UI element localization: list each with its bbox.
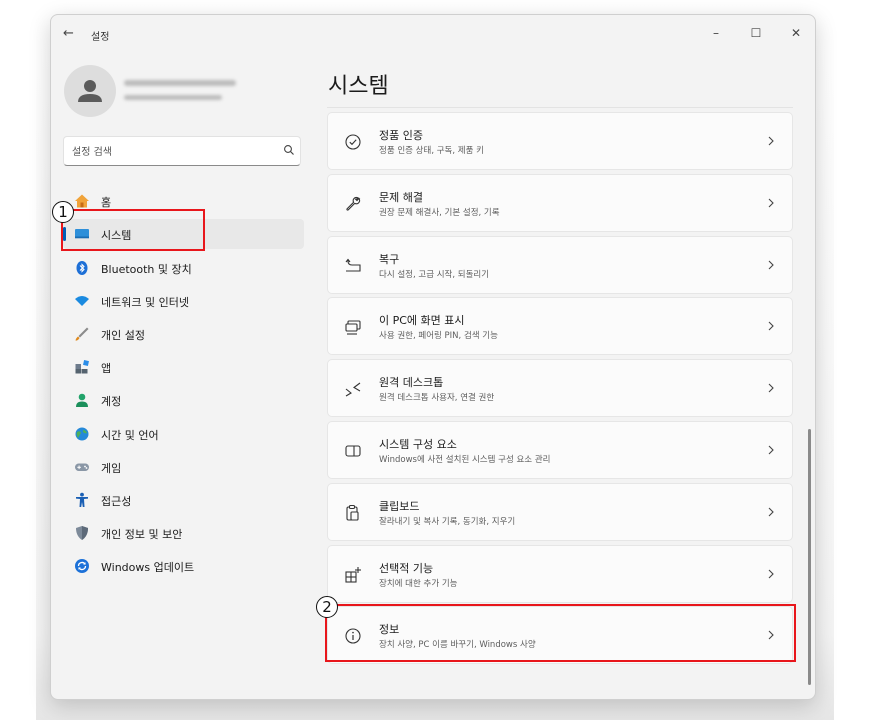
- chevron-right-icon: [768, 569, 774, 578]
- sidebar-item-accounts[interactable]: 계정: [63, 385, 304, 415]
- sidebar-item-bluetooth[interactable]: Bluetooth 및 장치: [63, 253, 304, 283]
- account-icon: [76, 394, 88, 408]
- sidebar-item-time-language[interactable]: 시간 및 언어: [63, 419, 304, 449]
- chevron-right-icon: [768, 198, 774, 208]
- back-arrow-icon[interactable]: ←: [63, 26, 74, 41]
- sidebar-item-network[interactable]: 네트워크 및 인터넷: [63, 286, 304, 316]
- card-optional-features[interactable]: 선택적 기능 장치에 대한 추가 기능: [327, 544, 793, 603]
- home-icon: [75, 194, 89, 208]
- chevron-right-icon: [768, 445, 774, 455]
- wrench-icon: [346, 196, 361, 211]
- annotation-number-2: 2: [316, 596, 338, 618]
- search-box[interactable]: [63, 136, 301, 166]
- sidebar-item-accessibility[interactable]: 접근성: [63, 485, 304, 515]
- search-input[interactable]: [70, 143, 274, 161]
- bluetooth-icon: [76, 260, 88, 275]
- project-screen-icon: [345, 320, 361, 335]
- close-button[interactable]: ✕: [781, 21, 811, 45]
- account-name-redacted: [124, 80, 236, 86]
- card-recovery[interactable]: 복구 다시 설정, 고급 시작, 되돌리기: [327, 235, 793, 294]
- activation-check-icon: [345, 134, 361, 150]
- components-icon: [345, 445, 361, 457]
- gamepad-icon: [75, 463, 89, 471]
- user-silhouette-icon: [78, 80, 102, 102]
- sidebar-item-personalization[interactable]: 개인 설정: [63, 319, 304, 349]
- card-troubleshoot[interactable]: 문제 해결 권장 문제 해결사, 기본 설정, 기록: [327, 173, 793, 232]
- scrollbar-thumb[interactable]: [808, 429, 811, 685]
- window-title: 설정: [91, 32, 110, 43]
- annotation-number-1: 1: [52, 201, 74, 223]
- annotation-box-2: [325, 604, 796, 662]
- accessibility-icon: [76, 492, 88, 507]
- update-icon: [75, 559, 89, 574]
- maximize-button[interactable]: ☐: [741, 21, 771, 45]
- globe-icon: [75, 427, 89, 440]
- chevron-right-icon: [768, 136, 774, 146]
- card-clipboard[interactable]: 클립보드 잘라내기 및 복사 기록, 동기화, 지우기: [327, 482, 793, 541]
- card-remote-desktop[interactable]: 원격 데스크톱 원격 데스크톱 사용자, 연결 권한: [327, 359, 793, 418]
- chevron-right-icon: [768, 507, 774, 517]
- sidebar-item-gaming[interactable]: 게임: [63, 452, 304, 482]
- recovery-icon: [345, 258, 361, 272]
- sidebar-item-windows-update[interactable]: Windows 업데이트: [63, 551, 304, 581]
- settings-list: 정품 인증 정품 인증 상태, 구독, 제품 키 문제 해결 권장 문제 해결사…: [327, 112, 793, 668]
- chevron-right-icon: [768, 322, 774, 331]
- card-project-to-pc[interactable]: 이 PC에 화면 표시 사용 권한, 페어링 PIN, 검색 기능: [327, 297, 793, 356]
- account-email-redacted: [124, 95, 222, 100]
- chevron-right-icon: [768, 260, 774, 269]
- minimize-button[interactable]: –: [701, 21, 731, 45]
- card-system-components[interactable]: 시스템 구성 요소 Windows에 사전 설치된 시스템 구성 요소 관리: [327, 420, 793, 479]
- title-bar: ← 설정 – ☐ ✕: [51, 15, 815, 55]
- avatar[interactable]: [64, 65, 116, 117]
- clipboard-icon: [346, 504, 359, 521]
- search-icon[interactable]: [283, 144, 295, 156]
- optional-features-icon: [345, 566, 361, 583]
- card-activation[interactable]: 정품 인증 정품 인증 상태, 구독, 제품 키: [327, 112, 793, 170]
- settings-window: ← 설정 – ☐ ✕ 홈: [50, 14, 816, 700]
- remote-desktop-icon: [345, 382, 361, 397]
- network-icon: [75, 295, 89, 306]
- brush-icon: [75, 327, 89, 341]
- sidebar-item-apps[interactable]: 앱: [63, 352, 304, 382]
- annotation-box-1: [61, 209, 205, 251]
- chevron-right-icon: [768, 383, 774, 393]
- apps-icon: [75, 360, 89, 374]
- page-title: 시스템: [328, 74, 389, 99]
- shield-icon: [76, 526, 88, 541]
- scroll-fade-edge: [327, 107, 793, 108]
- sidebar-item-privacy[interactable]: 개인 정보 및 보안: [63, 518, 304, 548]
